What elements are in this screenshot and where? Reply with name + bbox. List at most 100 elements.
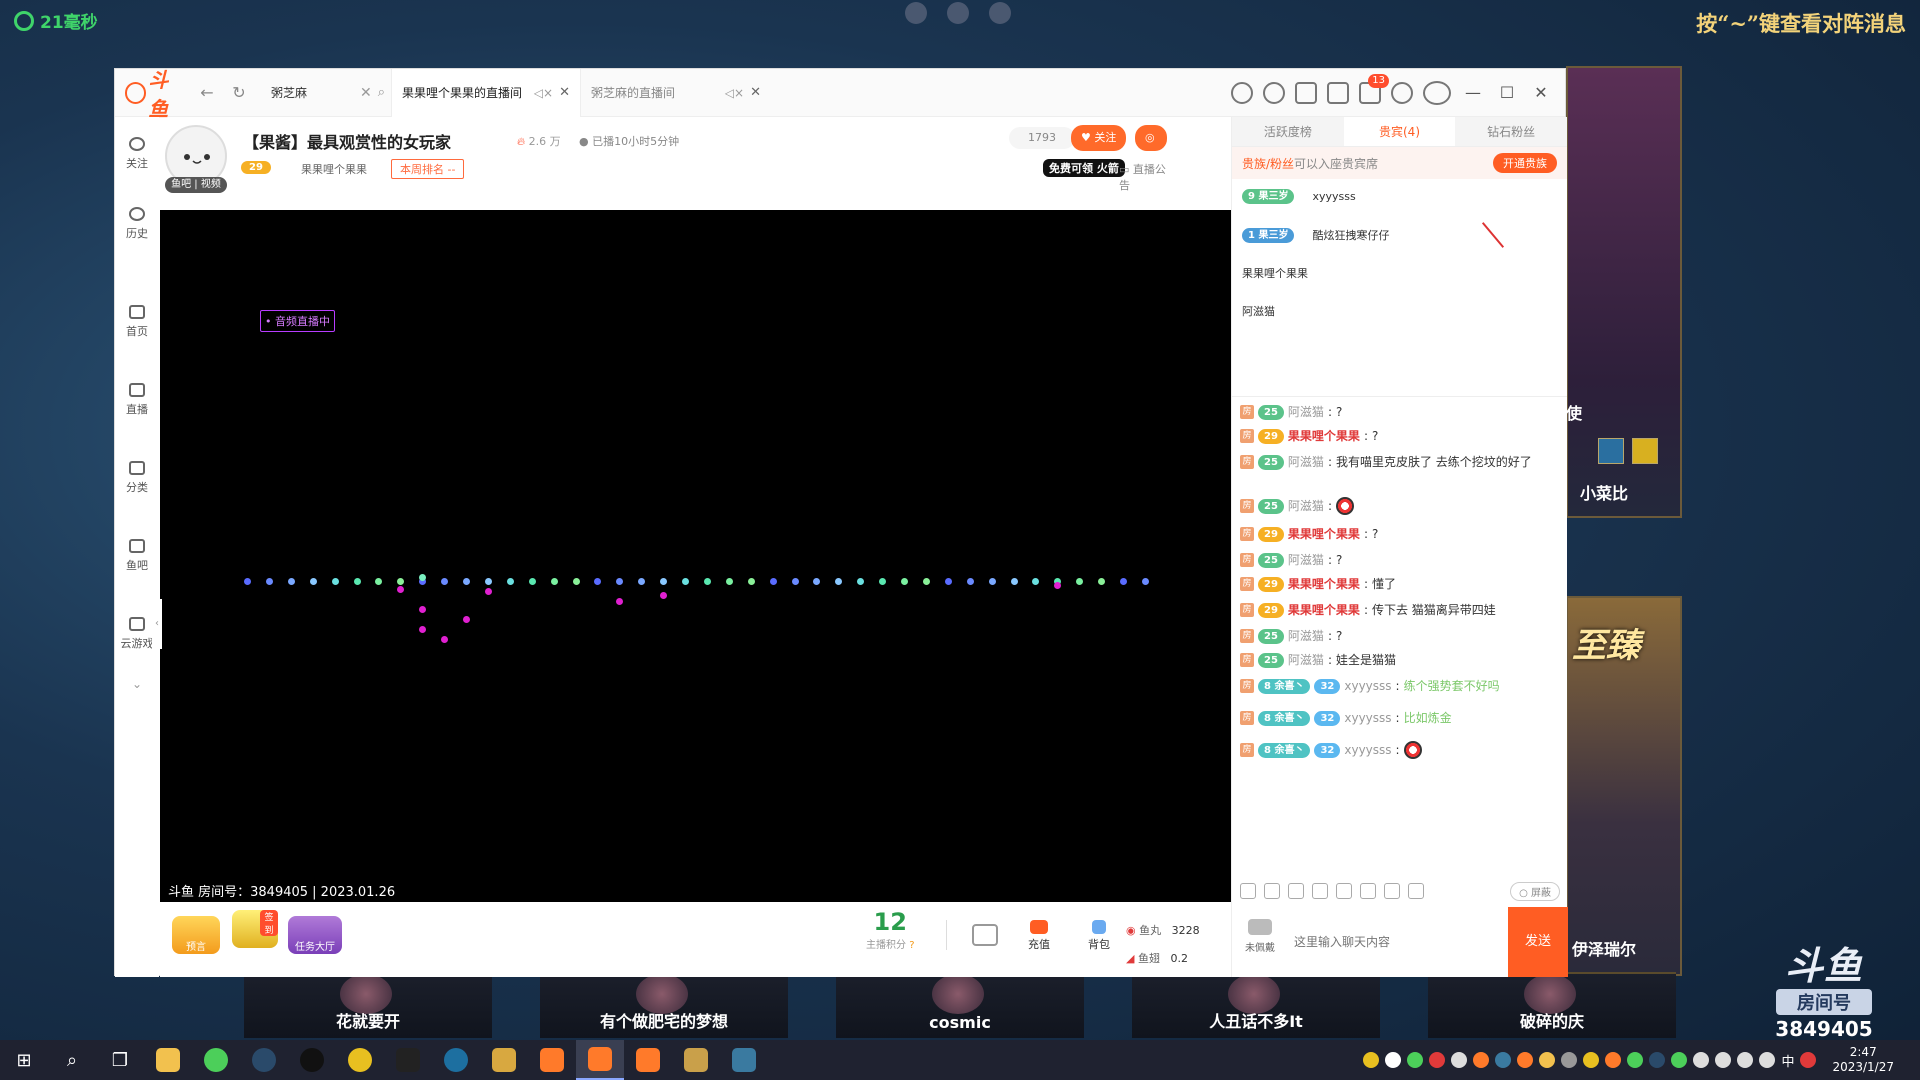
- announcement-link[interactable]: ▭ 直播公告: [1119, 161, 1167, 193]
- chat-username[interactable]: 阿滋猫: [1288, 453, 1324, 471]
- tab-activity-rank[interactable]: 活跃度榜: [1232, 117, 1344, 146]
- nav-fishbar[interactable]: 鱼吧: [115, 539, 159, 573]
- back-button[interactable]: ←: [195, 83, 219, 102]
- tab-diamond-fans[interactable]: 钻石粉丝: [1455, 117, 1567, 146]
- ime-indicator[interactable]: 中: [1781, 1051, 1794, 1070]
- badge-selector[interactable]: 未佩戴: [1232, 907, 1288, 977]
- douyu-logo[interactable]: 斗鱼: [125, 68, 187, 121]
- tray-icon[interactable]: [1407, 1052, 1424, 1068]
- nav-follow[interactable]: 关注: [115, 137, 159, 171]
- weekly-rank[interactable]: 本周排名 --: [391, 159, 465, 179]
- chat-username[interactable]: 阿滋猫: [1288, 497, 1324, 515]
- tray-icon[interactable]: [1649, 1052, 1666, 1068]
- nav-live[interactable]: 直播: [115, 383, 159, 417]
- emoji-icon[interactable]: [1240, 883, 1256, 899]
- tray-icon[interactable]: [1583, 1052, 1600, 1068]
- tray-icon[interactable]: [1385, 1052, 1402, 1068]
- chat-message[interactable]: 房 25 阿滋猫:?: [1240, 551, 1560, 569]
- bag-button[interactable]: 背包: [1088, 920, 1110, 952]
- chat-list[interactable]: 房 25 阿滋猫:? 房 29 果果哩个果果:? 房 25 阿滋猫: 我有喵里克皮肤了 去练个挖坟…: [1232, 397, 1568, 875]
- lol-icon[interactable]: [672, 1040, 720, 1080]
- chat-username[interactable]: 果果哩个果果: [1288, 575, 1360, 593]
- super-icon[interactable]: [1336, 883, 1352, 899]
- app-icon[interactable]: [480, 1040, 528, 1080]
- tray-icon[interactable]: [1363, 1052, 1380, 1068]
- browser-icon[interactable]: [192, 1040, 240, 1080]
- task-view-icon[interactable]: ❐: [96, 1040, 144, 1080]
- refresh-button[interactable]: ↻: [227, 83, 251, 102]
- shirt-icon[interactable]: [1327, 81, 1349, 104]
- avatar-tag[interactable]: 鱼吧 | 视频: [165, 177, 227, 193]
- open-noble-button[interactable]: 开通贵族: [1493, 153, 1557, 173]
- chat-message[interactable]: 房 25 阿滋猫: 娃全是猫猫: [1240, 651, 1560, 669]
- fan-icon[interactable]: [1312, 883, 1328, 899]
- chat-message[interactable]: 房 25 阿滋猫:?: [1240, 403, 1560, 421]
- star-icon[interactable]: [1288, 883, 1304, 899]
- search-icon[interactable]: ⌕: [48, 1040, 96, 1080]
- chat-username[interactable]: xyyysss: [1344, 741, 1391, 759]
- chat-username[interactable]: 果果哩个果果: [1288, 525, 1360, 543]
- clear-search-icon[interactable]: ✕: [360, 85, 372, 101]
- sogou-icon[interactable]: [1800, 1052, 1817, 1068]
- prediction-button[interactable]: 预言: [172, 916, 220, 954]
- vip-row[interactable]: 9 果三岁 xyyysss: [1242, 189, 1356, 204]
- app-icon[interactable]: [384, 1040, 432, 1080]
- tab-other-room[interactable]: 粥芝麻的直播间 ◁× ✕: [581, 69, 771, 117]
- tray-icon[interactable]: [1539, 1052, 1556, 1068]
- explorer-icon[interactable]: [144, 1040, 192, 1080]
- qq-icon[interactable]: [288, 1040, 336, 1080]
- heart-icon[interactable]: [1263, 81, 1285, 104]
- message-icon[interactable]: 13: [1359, 73, 1389, 104]
- chat-username[interactable]: 果果哩个果果: [1288, 601, 1360, 619]
- nav-home[interactable]: 首页: [115, 305, 159, 339]
- tab-vip[interactable]: 贵宾(4): [1343, 117, 1456, 146]
- chat-message[interactable]: 房 25 阿滋猫:?: [1240, 627, 1560, 645]
- bullet-icon[interactable]: [1408, 883, 1424, 899]
- tray-icon[interactable]: [1429, 1052, 1446, 1068]
- chat-message[interactable]: 房 25 阿滋猫:: [1240, 497, 1560, 515]
- mic-icon[interactable]: [1715, 1052, 1732, 1068]
- close-tab-icon[interactable]: ✕: [559, 85, 570, 100]
- maximize-button[interactable]: ☐: [1495, 83, 1519, 102]
- tray-icon[interactable]: [1473, 1052, 1490, 1068]
- mute-icon[interactable]: ◁×: [534, 86, 553, 100]
- chat-username[interactable]: 阿滋猫: [1288, 651, 1324, 669]
- gift-button[interactable]: [972, 924, 998, 948]
- chat-username[interactable]: 阿滋猫: [1288, 403, 1324, 421]
- network-icon[interactable]: [1737, 1052, 1754, 1068]
- nav-history[interactable]: 历史: [115, 207, 159, 241]
- shield-toggle[interactable]: ○ 屏蔽: [1510, 881, 1560, 901]
- steam-icon[interactable]: [240, 1040, 288, 1080]
- calendar-icon[interactable]: [1295, 81, 1317, 104]
- tray-icon[interactable]: [1495, 1052, 1512, 1068]
- search-icon[interactable]: ⌕: [378, 85, 385, 100]
- chat-message[interactable]: 房 29 果果哩个果果: 懂了: [1240, 575, 1560, 593]
- signin-button[interactable]: 签到: [232, 910, 278, 948]
- nav-category[interactable]: 分类: [115, 461, 159, 495]
- chat-message[interactable]: 房 29 果果哩个果果:?: [1240, 525, 1560, 543]
- close-tab-icon[interactable]: ✕: [750, 85, 761, 100]
- tray-icon[interactable]: [1561, 1052, 1578, 1068]
- mute-icon[interactable]: ◁×: [725, 86, 744, 100]
- tray-icon[interactable]: [1451, 1052, 1468, 1068]
- free-rocket-badge[interactable]: 免费可领 火箭: [1043, 159, 1125, 177]
- vip-row[interactable]: 阿滋猫: [1242, 303, 1275, 319]
- douyu-app-icon[interactable]: [624, 1040, 672, 1080]
- vip-row[interactable]: 1 果三岁 酷炫狂拽寒仔仔: [1242, 227, 1389, 243]
- close-button[interactable]: ✕: [1529, 83, 1553, 102]
- tray-icon[interactable]: [1627, 1052, 1644, 1068]
- chat-username[interactable]: 果果哩个果果: [1288, 427, 1360, 445]
- chat-message[interactable]: 房 29 果果哩个果果:?: [1240, 427, 1560, 445]
- app-icon[interactable]: [432, 1040, 480, 1080]
- search-box[interactable]: 粥芝麻 ✕ ⌕: [265, 79, 391, 107]
- douyu-app-icon[interactable]: [528, 1040, 576, 1080]
- task-hall-button[interactable]: 任务大厅: [288, 916, 342, 954]
- tray-icon[interactable]: [1671, 1052, 1688, 1068]
- chat-username[interactable]: 阿滋猫: [1288, 627, 1324, 645]
- chat-message[interactable]: 房 29 果果哩个果果: 传下去 猫猫离异带四娃: [1240, 601, 1560, 619]
- battery-icon[interactable]: [1693, 1052, 1710, 1068]
- vip-row[interactable]: 果果哩个果果: [1242, 265, 1308, 281]
- tab-current-room[interactable]: 果果哩个果果的直播间 ◁× ✕: [391, 68, 581, 117]
- douyu-app-icon[interactable]: [576, 1040, 624, 1080]
- send-button[interactable]: 发送: [1508, 907, 1568, 977]
